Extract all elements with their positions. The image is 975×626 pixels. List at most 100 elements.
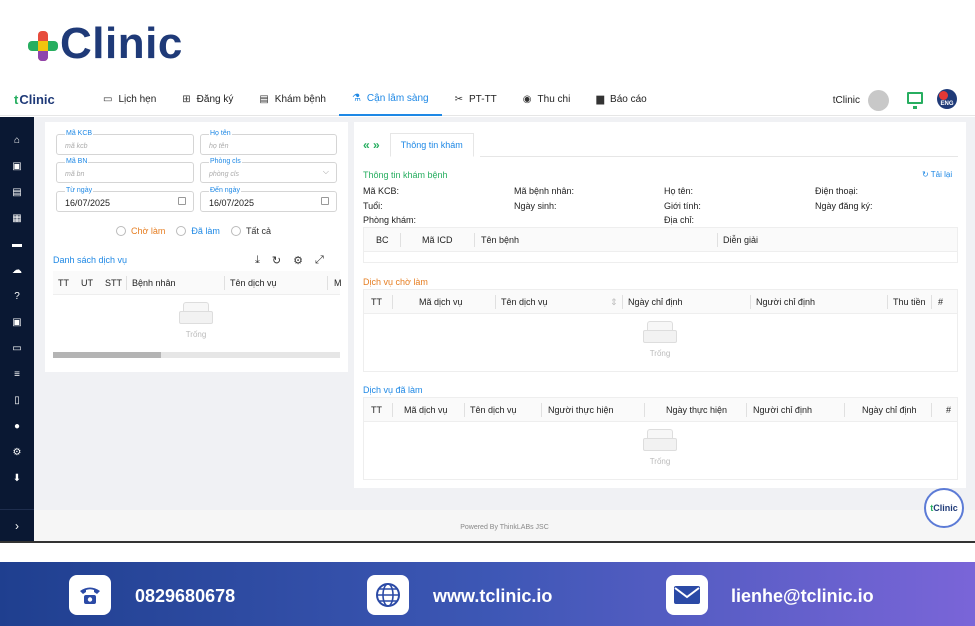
diagnosis-table-header: BC Mã ICD Tên bệnh Diễn giải: [364, 228, 957, 252]
done-services-title: Dịch vụ đã làm: [363, 385, 423, 395]
detail-tabbar: « » Thông tin khám: [363, 133, 474, 157]
language-switch[interactable]: ENG: [937, 89, 957, 109]
collapse-arrows-icon[interactable]: « »: [363, 138, 380, 152]
flask-icon: ⚗: [351, 93, 361, 104]
top-nav: t Clinic ▭ Lịch hẹn ⊞ Đăng ký ▤ Khám bệnh ⚗ C…: [0, 84, 975, 116]
contact-phone[interactable]: 0829680678: [135, 586, 235, 607]
help-icon[interactable]: ?: [0, 283, 34, 309]
contact-banner: 0829680678 www.tclinic.io lienhe@tclinic…: [0, 562, 975, 626]
sort-icon[interactable]: ⇕: [610, 297, 618, 308]
document-icon[interactable]: ▤: [0, 179, 34, 205]
pending-services-empty: Trống: [640, 321, 680, 358]
mail-icon: [666, 575, 708, 615]
id-card-icon[interactable]: ▣: [0, 153, 34, 179]
exam-info-title: Thông tin khám bệnh: [363, 170, 448, 180]
horizontal-scrollbar[interactable]: [53, 352, 340, 358]
reload-button[interactable]: ↻ Tải lại: [922, 170, 952, 179]
register-icon: ⊞: [182, 94, 191, 105]
list-icon[interactable]: ≡: [0, 361, 34, 387]
brand-name: Clinic: [60, 19, 183, 68]
phone-icon: [69, 575, 111, 615]
settings-icon[interactable]: ⚙: [0, 439, 34, 465]
download-icon[interactable]: ⤓: [255, 254, 260, 267]
contact-website[interactable]: www.tclinic.io: [433, 586, 552, 607]
fullscreen-icon[interactable]: ⤢: [315, 254, 324, 267]
field-dien-thoai: Điện thoại:: [815, 186, 859, 196]
user-menu[interactable]: tClinic: [833, 84, 889, 116]
user-name: tClinic: [832, 94, 860, 106]
menu-can-lam-sang[interactable]: ⚗ Cận lâm sàng: [338, 84, 442, 116]
refresh-icon: ↻: [922, 170, 929, 179]
main-menu: ▭ Lịch hẹn ⊞ Đăng ký ▤ Khám bệnh ⚗ Cận lâm s…: [90, 84, 660, 116]
field-gioi-tinh: Giới tính:: [664, 201, 701, 211]
cash-icon[interactable]: ▭: [0, 335, 34, 361]
service-list-tools: ⤓ ↻ ⚙ ⤢: [255, 254, 336, 267]
done-services-empty: Trống: [640, 429, 680, 466]
download-icon[interactable]: ⬇: [0, 465, 34, 491]
tab-thong-tin-kham[interactable]: Thông tin khám: [389, 133, 474, 157]
phong-cls-select[interactable]: Phòng cls phòng cls ⌵: [200, 158, 337, 183]
sidebar: ⌂ ▣ ▤ ▦ ▬ ☁ ? ▣ ▭ ≡ ▯ ● ⚙ ⬇ ›: [0, 117, 34, 541]
field-ho-ten: Họ tên:: [664, 186, 694, 196]
storage-icon[interactable]: ▦: [0, 205, 34, 231]
chat-widget-button[interactable]: t Clinic: [924, 488, 964, 528]
avatar[interactable]: [868, 89, 889, 111]
radio-tat-ca[interactable]: Tất cả: [230, 226, 271, 236]
field-dia-chi: Địa chỉ:: [664, 215, 695, 225]
menu-bao-cao[interactable]: ▆ Báo cáo: [583, 84, 659, 116]
app-root: Clinic t Clinic ▭ Lịch hẹn ⊞ Đăng ký ▤ Khám …: [0, 0, 975, 626]
file-icon[interactable]: ▯: [0, 387, 34, 413]
scissors-icon: ✂: [454, 94, 464, 105]
tu-ngay-datepicker[interactable]: Từ ngày 16/07/2025: [56, 187, 194, 212]
contact-email[interactable]: lienhe@tclinic.io: [731, 586, 874, 607]
empty-box-icon: [643, 321, 677, 343]
cloud-upload-icon[interactable]: ☁: [0, 257, 34, 283]
chart-icon: ▆: [596, 94, 605, 105]
chevron-down-icon: ⌵: [322, 167, 329, 176]
clipboard-icon: ▤: [259, 94, 269, 105]
refresh-icon[interactable]: ↻: [272, 254, 281, 267]
empty-box-icon: [179, 302, 213, 324]
field-ma-benh-nhan: Mã bệnh nhân:: [514, 186, 575, 196]
menu-pt-tt[interactable]: ✂ PT-TT: [442, 84, 510, 116]
ho-ten-input[interactable]: Họ tên họ tên: [200, 130, 337, 155]
ma-kcb-input[interactable]: Mã KCB mã kcb: [56, 130, 194, 155]
done-services-header: TT Mã dịch vụ Tên dịch vụ Người thực hiệ…: [364, 398, 957, 422]
id-badge-icon[interactable]: ▣: [0, 309, 34, 335]
menu-kham-benh[interactable]: ▤ Khám bệnh: [246, 84, 339, 116]
calendar-icon: [321, 197, 329, 205]
field-ngay-dang-ky: Ngày đăng ký:: [815, 201, 873, 211]
pending-services-title: Dịch vụ chờ làm: [363, 277, 428, 287]
service-list-empty: Trống: [176, 302, 216, 339]
flag-vn-icon: [939, 91, 948, 100]
ma-bn-input[interactable]: Mã BN mã bn: [56, 158, 194, 183]
service-list-title: Danh sách dịch vụ: [53, 255, 128, 265]
settings-icon[interactable]: ⚙: [293, 254, 303, 267]
radio-da-lam[interactable]: Đã làm: [176, 226, 220, 236]
status-radio-group: Chờ làm Đã làm Tất cả: [116, 226, 282, 236]
service-list-header: TT UT STT Bệnh nhân Tên dịch vụ M: [53, 271, 342, 295]
brand-logo: Clinic: [28, 18, 183, 70]
nav-logo[interactable]: t Clinic: [14, 92, 78, 107]
field-tuoi: Tuổi:: [363, 201, 383, 211]
home-icon[interactable]: ⌂: [0, 127, 34, 153]
calendar-icon: [178, 197, 186, 205]
powered-by: Powered By ThinkLABs JSC: [34, 510, 975, 541]
menu-dang-ky[interactable]: ⊞ Đăng ký: [169, 84, 246, 116]
radio-cho-lam[interactable]: Chờ làm: [116, 226, 165, 236]
plus-cross-icon: [28, 31, 58, 61]
den-ngay-datepicker[interactable]: Đến ngày 16/07/2025: [200, 187, 337, 212]
money-icon: ◉: [522, 94, 532, 105]
empty-box-icon: [643, 429, 677, 451]
menu-thu-chi[interactable]: ◉ Thu chi: [510, 84, 584, 116]
expand-sidebar-icon[interactable]: ›: [0, 509, 34, 541]
monitor-icon[interactable]: [907, 92, 923, 109]
user-circle-icon[interactable]: ●: [0, 413, 34, 439]
field-phong-kham: Phòng khám:: [363, 215, 417, 225]
menu-lich-hen[interactable]: ▭ Lịch hẹn: [90, 84, 169, 116]
calendar-icon: ▭: [103, 94, 113, 105]
card-icon[interactable]: ▬: [0, 231, 34, 257]
field-ma-kcb: Mã KCB:: [363, 186, 400, 196]
globe-icon: [367, 575, 409, 615]
pending-services-header: TT Mã dịch vụ Tên dịch vụ ⇕ Ngày chỉ địn…: [364, 290, 957, 314]
